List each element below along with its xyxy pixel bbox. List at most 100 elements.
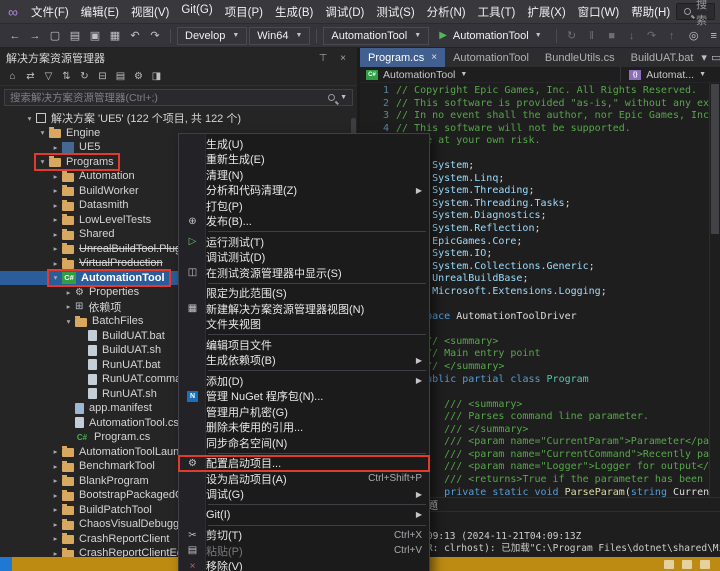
menu-item-0[interactable]: 文件(F): [25, 1, 75, 23]
context-menu-item[interactable]: 清理(N): [179, 167, 429, 183]
redo-icon[interactable]: ↷: [146, 27, 164, 45]
refresh-icon[interactable]: ↻: [76, 69, 93, 85]
save-icon[interactable]: ▣: [86, 27, 104, 45]
code-line: // In no event shall the author, nor Epi…: [396, 110, 709, 123]
start-debugging-button[interactable]: ▶ AutomationTool ▼: [431, 26, 549, 45]
context-menu-item[interactable]: ▦新建解决方案资源管理器视图(N): [179, 301, 429, 317]
sync-icon[interactable]: [682, 560, 692, 569]
menu-item-1[interactable]: 编辑(E): [75, 1, 125, 23]
menu-item-10[interactable]: 扩展(X): [521, 1, 571, 23]
quick-search-box[interactable]: 搜索: [676, 3, 715, 20]
menu-item-3[interactable]: Git(G): [175, 1, 218, 23]
code-line: /// </summary>: [396, 424, 709, 437]
properties-icon[interactable]: ⚙: [130, 69, 147, 85]
context-menu-item[interactable]: 分析和代码清理(Z)▶: [179, 183, 429, 199]
menu-item-8[interactable]: 分析(N): [421, 1, 472, 23]
context-menu-item[interactable]: ✂剪切(T)Ctrl+X: [179, 528, 429, 544]
context-menu-item[interactable]: 打包(P): [179, 198, 429, 214]
show-all-files-icon[interactable]: ▤: [112, 69, 129, 85]
menu-item-9[interactable]: 工具(T): [472, 1, 522, 23]
step-into-icon[interactable]: ↓: [623, 27, 641, 45]
home-icon[interactable]: ⌂: [4, 69, 21, 85]
context-menu-item[interactable]: ◫在测试资源管理器中显示(S): [179, 265, 429, 281]
account-profile-label[interactable]: UE5: [715, 3, 720, 21]
switch-views-icon[interactable]: ⇄: [22, 69, 39, 85]
menu-item-11[interactable]: 窗口(W): [572, 1, 626, 23]
context-menu-item[interactable]: ▷运行测试(T): [179, 234, 429, 250]
context-menu-item[interactable]: ▤粘贴(P)Ctrl+V: [179, 543, 429, 559]
menu-item-label: 添加(D): [206, 373, 408, 389]
startup-project-dropdown[interactable]: AutomationTool ▼: [323, 27, 429, 45]
step-out-icon[interactable]: ↑: [663, 27, 681, 45]
navigation-value: Automat...: [646, 69, 694, 81]
context-menu-item[interactable]: ⚙配置启动项目...: [179, 456, 429, 472]
save-all-icon[interactable]: ▦: [106, 27, 124, 45]
editor-tab[interactable]: AutomationTool: [445, 48, 537, 67]
hot-reload-icon[interactable]: ↻: [563, 27, 581, 45]
folder-icon: [62, 492, 74, 501]
context-menu-item[interactable]: 文件夹视图: [179, 317, 429, 333]
undo-icon[interactable]: ↶: [126, 27, 144, 45]
context-menu-item[interactable]: 删除未使用的引用...: [179, 420, 429, 436]
solution-icon: [36, 113, 46, 123]
scrollbar-thumb[interactable]: [711, 84, 719, 234]
context-menu-item[interactable]: ×移除(V): [179, 559, 429, 571]
menu-item-label: 设为启动项目(A): [206, 471, 356, 487]
filter-icon[interactable]: ▽: [40, 69, 57, 85]
open-file-icon[interactable]: ▤: [66, 27, 84, 45]
step-over-icon[interactable]: ↷: [643, 27, 661, 45]
preview-selected-items-icon[interactable]: ◨: [148, 69, 165, 85]
editor-tab[interactable]: BundleUtils.cs: [537, 48, 623, 67]
pin-icon[interactable]: ⊤: [315, 53, 331, 64]
new-file-icon[interactable]: ▢: [46, 27, 64, 45]
window-layout-icon[interactable]: ▭: [711, 51, 720, 64]
context-menu-item[interactable]: 生成依赖项(B)▶: [179, 353, 429, 369]
find-in-files-icon[interactable]: ◎: [685, 27, 703, 45]
project-context-dropdown[interactable]: AutomationTool: [383, 69, 455, 81]
context-menu-item[interactable]: 重新生成(E): [179, 152, 429, 168]
editor-tab[interactable]: BuildUAT.bat: [623, 48, 702, 67]
context-menu-item[interactable]: Git(I)▶: [179, 507, 429, 523]
menu-item-4[interactable]: 项目(P): [219, 1, 269, 23]
stop-icon[interactable]: ■: [603, 27, 621, 45]
code-line: [396, 148, 709, 161]
folder-icon: [62, 173, 74, 182]
solution-configuration-dropdown[interactable]: Develop ▼: [177, 27, 247, 45]
toolbar-overflow-icon[interactable]: ≡: [705, 27, 720, 45]
menu-item-7[interactable]: 测试(S): [370, 1, 420, 23]
context-menu-item[interactable]: 同步命名空间(N): [179, 435, 429, 451]
context-menu-item[interactable]: N管理 NuGet 程序包(N)...: [179, 389, 429, 405]
tree-item[interactable]: ▾解决方案 'UE5' (122 个项目, 共 122 个): [0, 111, 357, 126]
menu-item-12[interactable]: 帮助(H): [625, 1, 676, 23]
editor-tab[interactable]: Program.cs×: [360, 48, 445, 67]
editor-scrollbar[interactable]: [709, 83, 720, 497]
menu-item-6[interactable]: 调试(D): [319, 1, 370, 23]
collapse-all-icon[interactable]: ⊟: [94, 69, 111, 85]
active-files-dropdown-icon[interactable]: ▾: [701, 51, 707, 64]
solution-search-input[interactable]: 搜索解决方案资源管理器(Ctrl+;) ▼: [4, 89, 353, 106]
context-menu-item[interactable]: 调试测试(D): [179, 250, 429, 266]
close-icon[interactable]: ×: [431, 52, 437, 63]
context-menu-item[interactable]: 编辑项目文件: [179, 337, 429, 353]
solution-platform-dropdown[interactable]: Win64 ▼: [249, 27, 310, 45]
break-all-icon[interactable]: ‖: [583, 27, 601, 45]
context-menu-item[interactable]: 生成(U): [179, 136, 429, 152]
context-menu-item[interactable]: 设为启动项目(A)Ctrl+Shift+P: [179, 471, 429, 487]
context-menu-item[interactable]: ⊕发布(B)...: [179, 214, 429, 230]
line-number: 1: [360, 85, 389, 98]
close-icon[interactable]: ×: [335, 53, 351, 64]
context-menu-item[interactable]: 限定为此范围(S): [179, 286, 429, 302]
member-navigation-dropdown[interactable]: {} Automat... ▼: [620, 67, 714, 82]
context-menu-item[interactable]: 管理用户机密(G): [179, 404, 429, 420]
bell-icon[interactable]: [700, 560, 710, 569]
navigate-back-icon[interactable]: ←: [6, 27, 24, 45]
context-menu-item[interactable]: 调试(G)▶: [179, 487, 429, 503]
menu-item-2[interactable]: 视图(V): [125, 1, 175, 23]
tree-item-content: ▾C#AutomationTool: [50, 272, 168, 284]
navigate-forward-icon[interactable]: →: [26, 27, 44, 45]
feedback-icon[interactable]: [0, 557, 12, 571]
context-menu-item[interactable]: 添加(D)▶: [179, 373, 429, 389]
git-branch-icon[interactable]: [664, 560, 674, 569]
sync-with-active-document-icon[interactable]: ⇅: [58, 69, 75, 85]
menu-item-5[interactable]: 生成(B): [269, 1, 319, 23]
